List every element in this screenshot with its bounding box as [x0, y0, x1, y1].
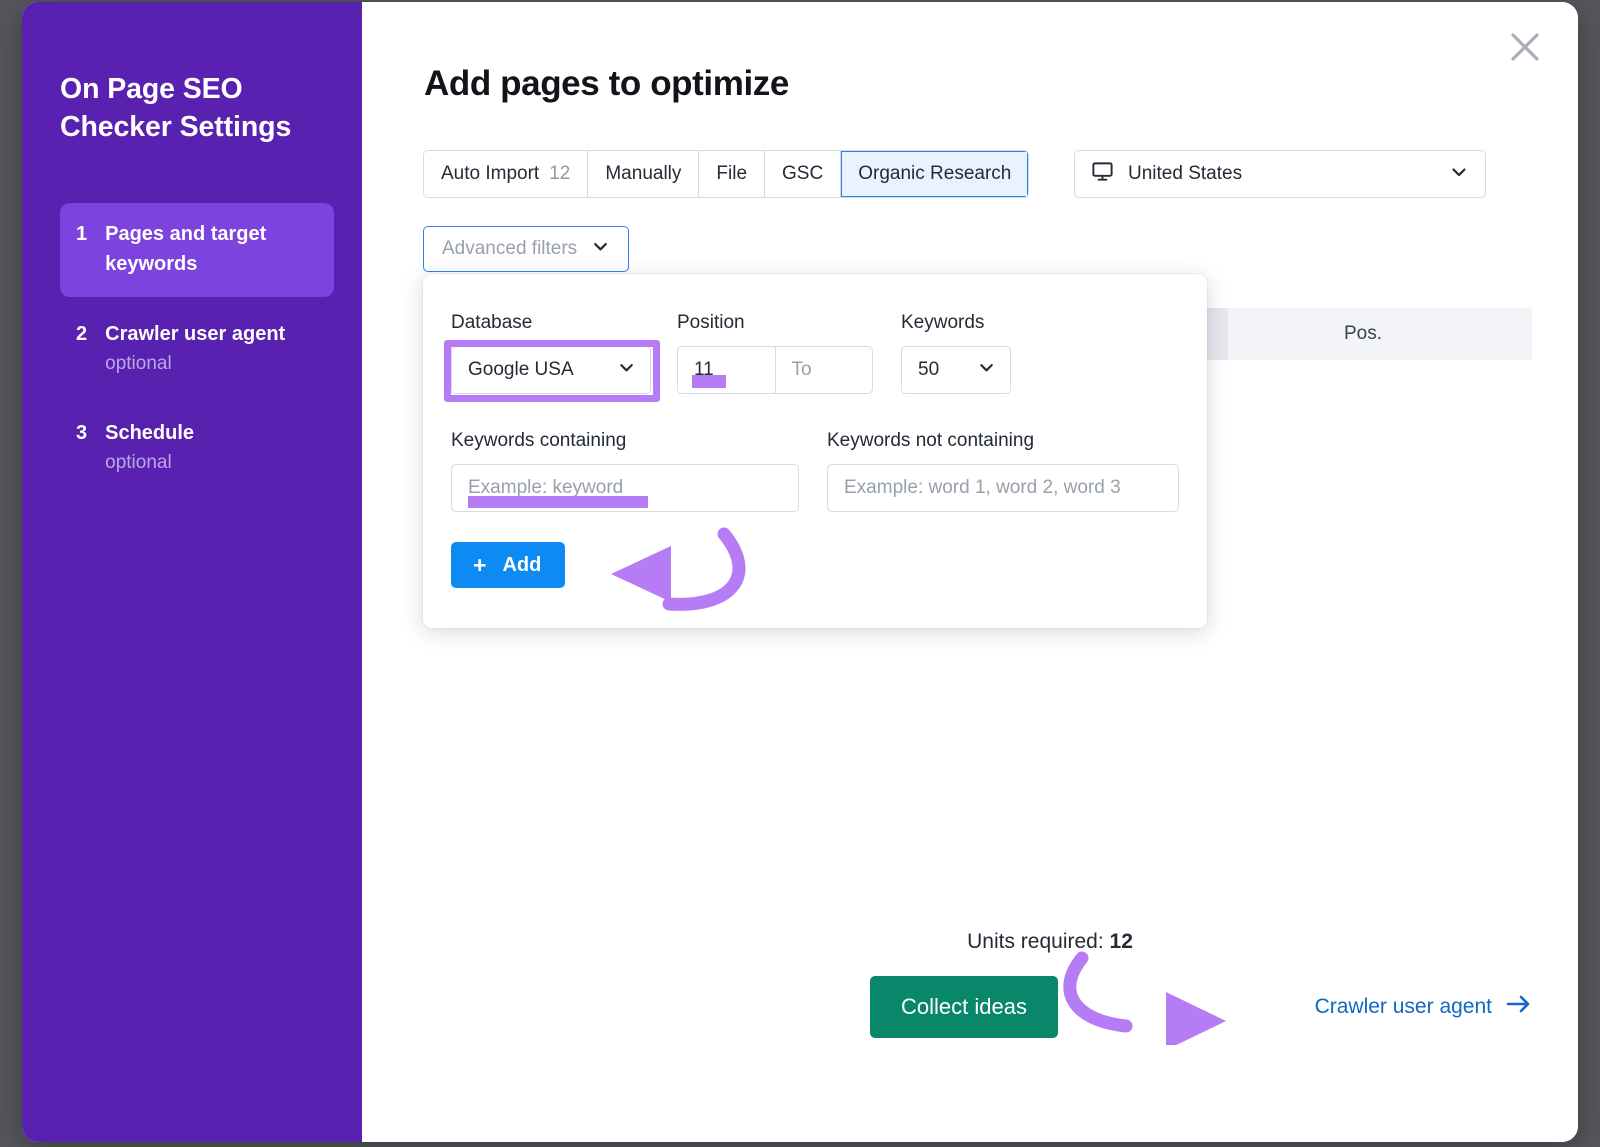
- country-value: United States: [1128, 163, 1449, 185]
- country-select[interactable]: United States: [1074, 150, 1486, 198]
- column-header-position[interactable]: Pos.: [1344, 323, 1382, 345]
- sidebar-step-pages-and-target-keywords[interactable]: 1 Pages and target keywords: [60, 203, 334, 297]
- keywords-containing-field: Keywords containing Example: keyword: [451, 430, 799, 512]
- tab-organic-research[interactable]: Organic Research: [841, 151, 1028, 197]
- collect-ideas-button[interactable]: Collect ideas: [870, 976, 1058, 1038]
- tab-gsc[interactable]: GSC: [765, 151, 841, 197]
- sidebar-step-crawler-user-agent[interactable]: 2 Crawler user agent optional: [60, 303, 334, 397]
- keywords-not-containing-input[interactable]: Example: word 1, word 2, word 3: [827, 464, 1179, 512]
- chevron-down-icon: [617, 358, 636, 383]
- sidebar-step-label: Crawler user agent: [105, 319, 285, 349]
- close-icon[interactable]: [1502, 24, 1548, 70]
- database-field: Database Google USA: [451, 312, 651, 394]
- position-to-placeholder: To: [792, 359, 812, 381]
- sidebar-step-schedule[interactable]: 3 Schedule optional: [60, 402, 334, 496]
- underline-keywords-containing: [468, 496, 648, 508]
- add-button[interactable]: + Add: [451, 542, 565, 588]
- keywords-count-select[interactable]: 50: [901, 346, 1011, 394]
- database-select[interactable]: Google USA: [451, 346, 651, 394]
- sidebar: On Page SEO Checker Settings 1 Pages and…: [22, 2, 362, 1142]
- arrow-right-icon: [1506, 994, 1532, 1020]
- underline-position-from: [692, 375, 726, 388]
- monitor-icon: [1091, 160, 1114, 188]
- database-value: Google USA: [468, 359, 574, 381]
- add-button-label: Add: [502, 554, 541, 577]
- units-required: Units required: 12: [870, 930, 1230, 954]
- sidebar-step-optional: optional: [105, 350, 285, 379]
- keywords-containing-label: Keywords containing: [451, 430, 799, 452]
- crawler-user-agent-link[interactable]: Crawler user agent: [1315, 994, 1532, 1020]
- position-field: Position 11 To: [677, 312, 873, 394]
- settings-modal: On Page SEO Checker Settings 1 Pages and…: [22, 2, 1578, 1142]
- position-label: Position: [677, 312, 873, 334]
- toolbar: Auto Import 12 Manually File GSC Organic…: [423, 150, 1532, 198]
- units-required-label: Units required:: [967, 930, 1109, 953]
- database-label: Database: [451, 312, 651, 334]
- sidebar-step-label: Schedule: [105, 418, 194, 448]
- tab-label: Manually: [605, 163, 681, 185]
- tab-label: File: [716, 163, 747, 185]
- advanced-filters-label: Advanced filters: [442, 238, 577, 260]
- sidebar-step-number: 2: [76, 319, 87, 349]
- tab-label: GSC: [782, 163, 823, 185]
- main-panel: Add pages to optimize Auto Import 12 Man…: [362, 2, 1578, 1142]
- keywords-not-containing-label: Keywords not containing: [827, 430, 1179, 452]
- sidebar-title: On Page SEO Checker Settings: [60, 70, 334, 147]
- screen: On Page SEO Checker Settings 1 Pages and…: [0, 0, 1600, 1147]
- position-to-input[interactable]: To: [775, 347, 873, 393]
- page-title: Add pages to optimize: [424, 64, 789, 104]
- arrow-to-collect-ideas: [1062, 950, 1262, 1045]
- sidebar-step-optional: optional: [105, 449, 194, 478]
- source-tab-group: Auto Import 12 Manually File GSC Organic…: [423, 150, 1029, 198]
- tab-count-badge: 12: [549, 163, 570, 185]
- tab-label: Auto Import: [441, 163, 539, 185]
- keywords-count-label: Keywords: [901, 312, 1011, 334]
- advanced-filters-popup: Database Google USA Positio: [423, 274, 1207, 628]
- units-required-value: 12: [1110, 930, 1133, 953]
- tab-file[interactable]: File: [699, 151, 765, 197]
- keywords-not-containing-placeholder: Example: word 1, word 2, word 3: [844, 477, 1121, 499]
- sidebar-step-number: 1: [76, 219, 87, 249]
- keywords-containing-input[interactable]: Example: keyword: [451, 464, 799, 512]
- chevron-down-icon: [977, 358, 996, 383]
- keywords-not-containing-field: Keywords not containing Example: word 1,…: [827, 430, 1179, 512]
- tab-manually[interactable]: Manually: [588, 151, 699, 197]
- tab-auto-import[interactable]: Auto Import 12: [424, 151, 588, 197]
- sidebar-step-number: 3: [76, 418, 87, 448]
- chevron-down-icon: [1449, 162, 1469, 187]
- chevron-down-icon: [591, 237, 610, 262]
- plus-icon: +: [473, 554, 486, 577]
- keywords-count-field: Keywords 50: [901, 312, 1011, 394]
- position-from-input[interactable]: 11: [678, 347, 775, 393]
- tab-label: Organic Research: [858, 163, 1011, 185]
- sidebar-step-label: Pages and target keywords: [105, 219, 316, 279]
- advanced-filters-button[interactable]: Advanced filters: [423, 226, 629, 272]
- crawler-user-agent-link-label: Crawler user agent: [1315, 995, 1492, 1019]
- keywords-count-value: 50: [918, 359, 939, 381]
